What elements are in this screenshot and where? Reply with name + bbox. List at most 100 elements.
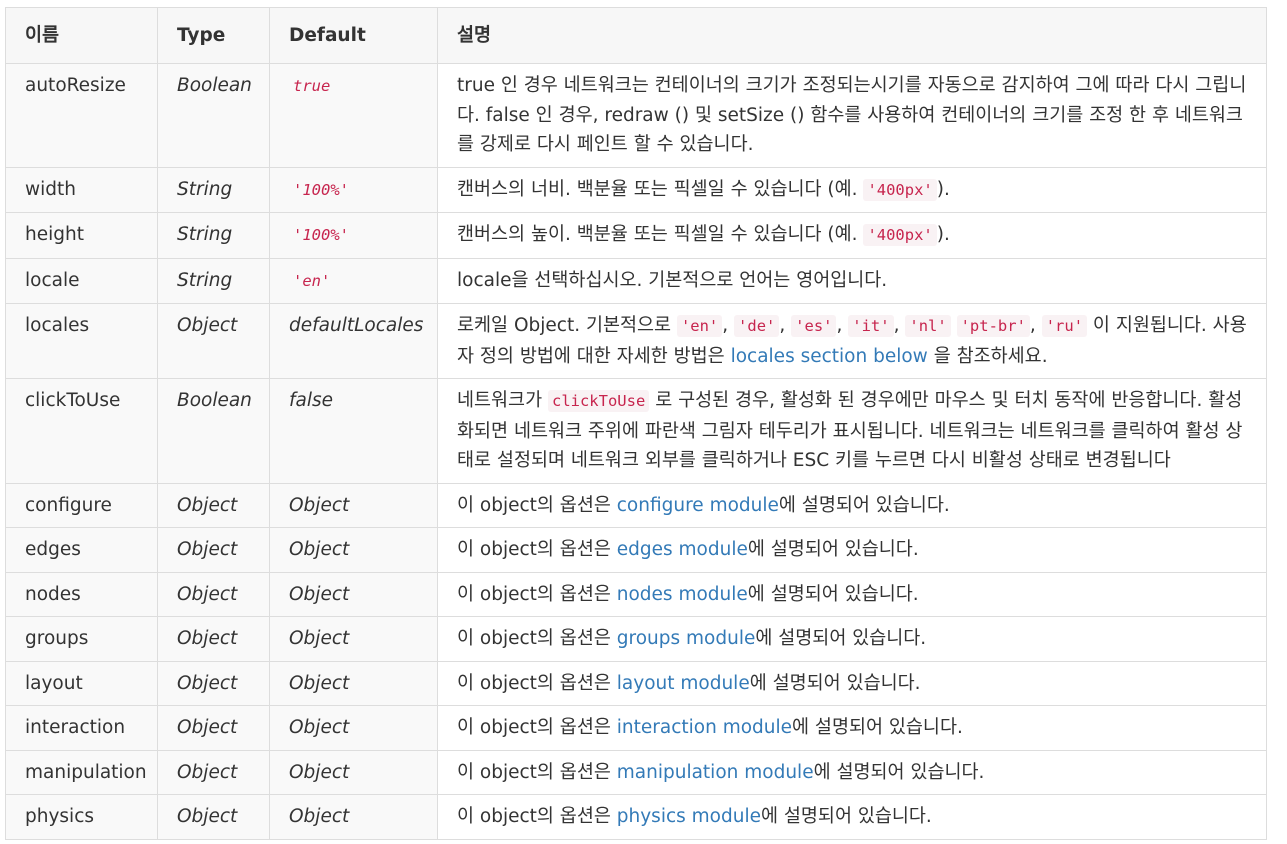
option-type: String (157, 166, 270, 213)
table-row-locale: locale String 'en' locale을 선택하십시오. 기본적으로… (5, 257, 1267, 304)
option-default: 'en' (269, 257, 438, 304)
default-code: '100%' (293, 180, 349, 199)
table-row-width: width String '100%' 캔버스의 너비. 백분율 또는 픽셀일 … (5, 166, 1267, 213)
option-type: Object (157, 660, 270, 706)
option-type: Object (157, 571, 270, 617)
option-name: locale (5, 257, 158, 304)
table-header-row: 이름 Type Default 설명 (5, 7, 1267, 64)
header-default: Default (269, 7, 438, 64)
module-link[interactable]: configure module (617, 495, 779, 516)
module-link[interactable]: nodes module (617, 584, 748, 605)
option-type: Object (157, 303, 270, 379)
default-code: 'en' (293, 271, 331, 290)
option-description: true 인 경우 네트워크는 컨테이너의 크기가 조정되는시기를 자동으로 감… (437, 63, 1267, 168)
module-link[interactable]: physics module (617, 806, 761, 827)
module-link[interactable]: manipulation module (617, 762, 814, 783)
option-type: Object (157, 482, 270, 528)
option-default: '100%' (269, 212, 438, 259)
desc-text: 이 object의 옵션은 (457, 583, 617, 605)
option-name: clickToUse (5, 378, 158, 484)
header-name: 이름 (5, 7, 158, 64)
option-default: Object (269, 749, 438, 795)
table-row-configure: configure Object Object 이 object의 옵션은 confi… (5, 482, 1267, 528)
header-type: Type (157, 7, 270, 64)
default-code: true (293, 77, 331, 95)
module-link[interactable]: groups module (617, 628, 756, 649)
option-type: String (157, 257, 270, 304)
option-default: Object (269, 527, 438, 573)
option-default: Object (269, 660, 438, 706)
desc-text-end: 에 설명되어 있습니다. (747, 539, 919, 560)
desc-text-end: 에 설명되어 있습니다. (760, 806, 932, 827)
option-type: Object (157, 527, 270, 573)
option-description: 이 object의 옵션은 physics module에 설명되어 있습니다. (437, 794, 1267, 840)
desc-text: 이 object의 옵션은 (457, 806, 617, 827)
desc-text-end: 에 설명되어 있습니다. (749, 672, 921, 694)
default-code: '100%' (293, 226, 349, 244)
desc-code: '400px' (863, 224, 937, 246)
desc-text: 이 object의 옵션은 (457, 539, 617, 560)
desc-text: 캔버스의 너비. 백분율 또는 픽셀일 수 있습니다 (예. (457, 178, 864, 200)
module-link[interactable]: layout module (617, 673, 750, 694)
option-name: interaction (5, 705, 158, 751)
desc-text-end: 에 설명되어 있습니다. (755, 628, 927, 649)
option-description: 로케일 Object. 기본적으로 'en', 'de', 'es', 'it'… (437, 303, 1267, 379)
module-link[interactable]: interaction module (617, 717, 792, 738)
option-name: nodes (5, 571, 158, 617)
locale-code-en: 'en' (676, 315, 723, 337)
option-description: 캔버스의 높이. 백분율 또는 픽셀일 수 있습니다 (예. '400px'). (437, 212, 1267, 259)
option-default: true (269, 63, 438, 168)
locale-code-es: 'es' (791, 315, 837, 337)
desc-text: 이 object의 옵션은 (457, 672, 617, 694)
option-description: 이 object의 옵션은 groups module에 설명되어 있습니다. (437, 616, 1267, 662)
option-default: Object (269, 794, 438, 840)
option-name: height (5, 212, 158, 259)
desc-text: 캔버스의 높이. 백분율 또는 픽셀일 수 있습니다 (예. (457, 224, 864, 245)
option-default: Object (269, 571, 438, 617)
option-default: Object (269, 705, 438, 751)
desc-text-end: 에 설명되어 있습니다. (792, 717, 963, 738)
desc-text-end: 에 설명되어 있습니다. (778, 494, 950, 516)
option-name: physics (5, 794, 158, 840)
locales-section-link[interactable]: locales section below (731, 346, 928, 367)
option-type: String (157, 212, 270, 259)
table-row-nodes: nodes Object Object 이 object의 옵션은 nodes mod… (5, 571, 1267, 617)
option-description: locale을 선택하십시오. 기본적으로 언어는 영어입니다. (437, 257, 1267, 304)
option-default: Object (269, 616, 438, 662)
option-type: Object (157, 705, 270, 751)
option-name: manipulation (5, 749, 158, 795)
table-row-clicktouse: clickToUse Boolean false 네트워크가 clickToUs… (5, 378, 1267, 484)
separator: , (1029, 315, 1036, 336)
option-description: 이 object의 옵션은 manipulation module에 설명되어 … (437, 749, 1267, 795)
option-name: edges (5, 527, 158, 573)
separator: , (779, 315, 786, 336)
table-row-manipulation: manipulation Object Object 이 object의 옵션은 ma… (5, 749, 1267, 795)
desc-text: 로케일 Object. 기본적으로 (457, 315, 677, 336)
desc-text-end: ). (936, 224, 950, 245)
option-description: 이 object의 옵션은 interaction module에 설명되어 있… (437, 705, 1267, 751)
option-default: Object (269, 482, 438, 528)
desc-text: 이 object의 옵션은 (457, 628, 617, 649)
option-default: false (269, 378, 438, 484)
module-link[interactable]: edges module (617, 539, 748, 560)
locale-code-pt-br: 'pt-br' (956, 315, 1030, 337)
option-type: Object (157, 749, 270, 795)
desc-text-end: ). (936, 178, 950, 200)
options-table: 이름 Type Default 설명 autoResize Boolean tr… (5, 7, 1267, 840)
option-type: Boolean (157, 63, 270, 168)
option-description: 캔버스의 너비. 백분율 또는 픽셀일 수 있습니다 (예. '400px'). (437, 166, 1267, 213)
option-description: 네트워크가 clickToUse 로 구성된 경우, 활성화 된 경우에만 마우… (437, 378, 1267, 484)
locale-code-it: 'it' (848, 315, 894, 337)
option-name: layout (5, 660, 158, 706)
separator: , (722, 315, 729, 336)
option-description: 이 object의 옵션은 nodes module에 설명되어 있습니다. (437, 571, 1267, 617)
separator: , (893, 315, 900, 336)
option-type: Object (157, 794, 270, 840)
table-row-physics: physics Object Object 이 object의 옵션은 physics… (5, 794, 1267, 840)
desc-text-end: 에 설명되어 있습니다. (747, 583, 919, 605)
option-description: 이 object의 옵션은 configure module에 설명되어 있습니… (437, 482, 1267, 528)
table-row-height: height String '100%' 캔버스의 높이. 백분율 또는 픽셀일… (5, 212, 1267, 259)
table-row-autoresize: autoResize Boolean true true 인 경우 네트워크는 … (5, 63, 1267, 168)
header-description: 설명 (437, 7, 1267, 64)
option-type: Object (157, 616, 270, 662)
